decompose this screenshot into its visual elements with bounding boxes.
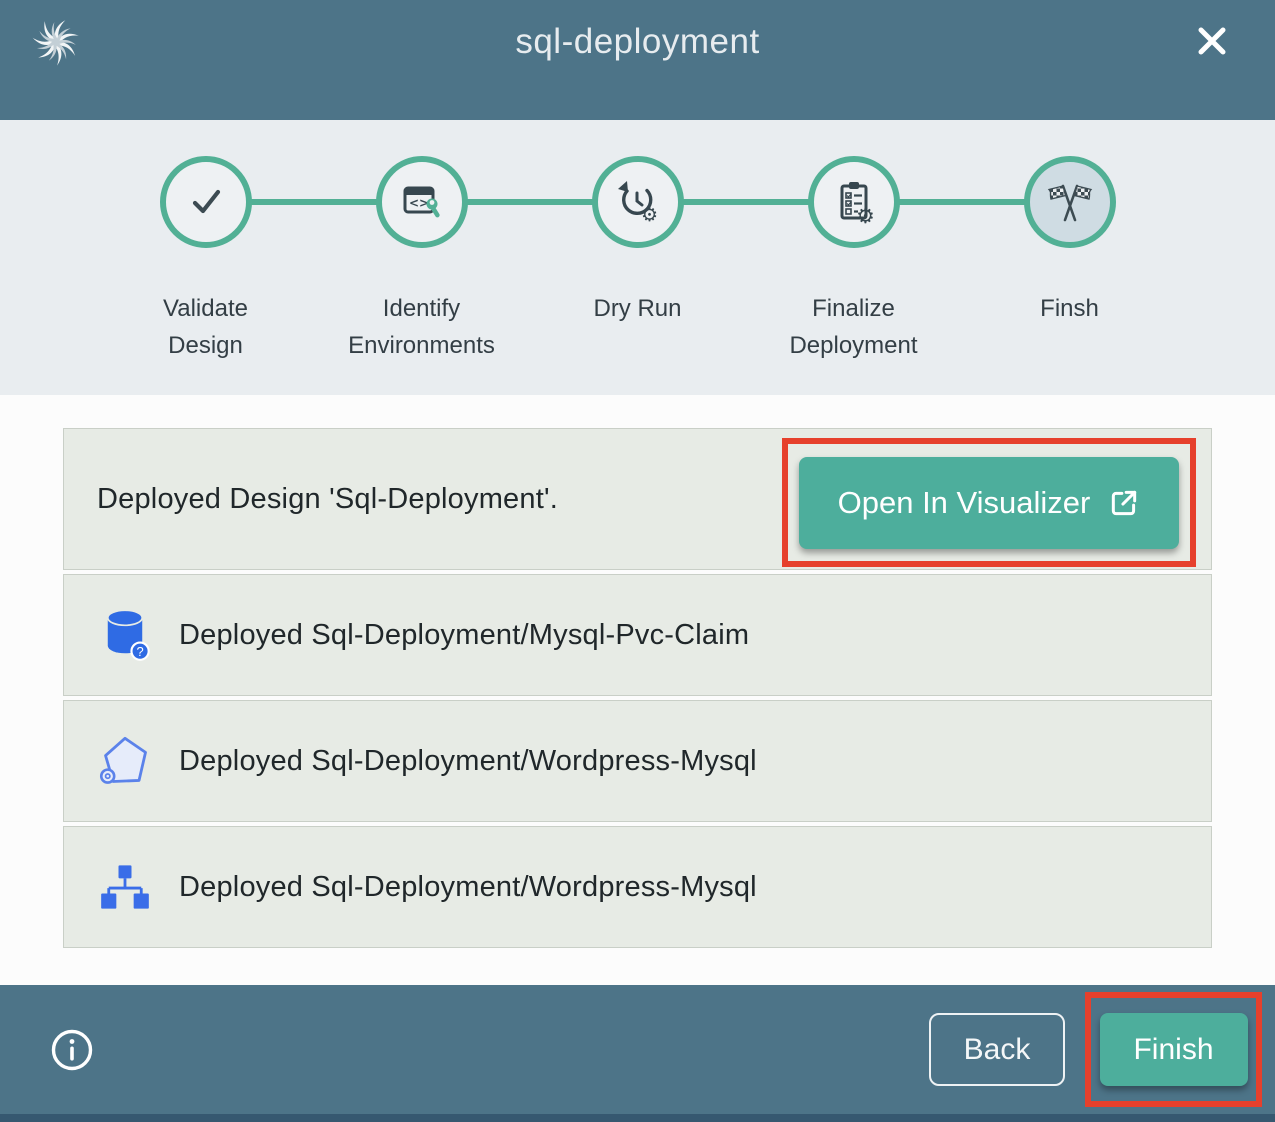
step-circle-finish[interactable]	[1024, 156, 1116, 248]
step-circle-dry-run[interactable]: ⚙	[592, 156, 684, 248]
modal-footer: Back Finish	[0, 985, 1275, 1114]
window-bottom-strip	[0, 1114, 1275, 1122]
step-label: Validate Design	[126, 290, 286, 364]
svg-text:?: ?	[136, 644, 143, 659]
deployment-results: Deployed Design 'Sql-Deployment'. Open I…	[0, 395, 1275, 948]
step-circle-finalize-deployment[interactable]: ⚙	[808, 156, 900, 248]
pentagon-badge-icon	[98, 734, 152, 788]
step-finish: Finsh	[962, 156, 1178, 364]
step-finalize-deployment: ⚙ Finalize Deployment	[746, 156, 962, 364]
svg-text:⚙: ⚙	[856, 204, 875, 226]
modal-title: sql-deployment	[0, 22, 1275, 62]
step-validate-design: Validate Design	[98, 156, 314, 364]
hierarchy-tree-icon	[99, 861, 151, 913]
step-identify-environments: <> Identify Environments	[314, 156, 530, 364]
code-wrench-icon: <>	[398, 178, 446, 226]
step-dry-run: ⚙ Dry Run	[530, 156, 746, 364]
svg-text:⚙: ⚙	[641, 204, 658, 226]
annotation-highlight-visualizer: Open In Visualizer	[782, 438, 1196, 567]
dry-run-clock-gear-icon: ⚙	[614, 178, 662, 226]
finish-button[interactable]: Finish	[1100, 1013, 1248, 1086]
modal-header: sql-deployment	[0, 0, 1275, 120]
check-icon	[182, 178, 230, 226]
design-summary-text: Deployed Design 'Sql-Deployment'.	[97, 483, 558, 516]
open-in-visualizer-button[interactable]: Open In Visualizer	[799, 457, 1179, 549]
step-circle-identify-environments[interactable]: <>	[376, 156, 468, 248]
close-icon	[1189, 18, 1235, 64]
result-row-text: Deployed Sql-Deployment/Wordpress-Mysql	[179, 745, 757, 778]
step-circle-validate-design[interactable]	[160, 156, 252, 248]
stepper-section: Validate Design <>	[0, 120, 1275, 395]
result-row-text: Deployed Sql-Deployment/Wordpress-Mysql	[179, 871, 757, 904]
result-row-wordpress-mysql-config: Deployed Sql-Deployment/Wordpress-Mysql	[63, 700, 1212, 822]
step-label: Identify Environments	[342, 290, 502, 364]
step-label: Finalize Deployment	[774, 290, 934, 364]
annotation-highlight-finish: Finish	[1085, 992, 1262, 1107]
deployment-modal: sql-deployment Validate Design	[0, 0, 1275, 1122]
close-button[interactable]	[1189, 18, 1235, 64]
result-row-wordpress-mysql-tree: Deployed Sql-Deployment/Wordpress-Mysql	[63, 826, 1212, 948]
step-label: Finsh	[990, 290, 1150, 327]
result-row-mysql-pvc-claim: ? Deployed Sql-Deployment/Mysql-Pvc-Clai…	[63, 574, 1212, 696]
info-icon	[50, 1028, 94, 1072]
step-label: Dry Run	[558, 290, 718, 327]
external-link-icon	[1108, 487, 1140, 519]
open-in-visualizer-label: Open In Visualizer	[838, 485, 1091, 521]
checkered-flags-icon	[1046, 178, 1094, 226]
info-button[interactable]	[50, 1028, 94, 1072]
back-button[interactable]: Back	[929, 1013, 1065, 1086]
result-row-text: Deployed Sql-Deployment/Mysql-Pvc-Claim	[179, 619, 749, 652]
clipboard-gear-icon: ⚙	[830, 178, 878, 226]
database-question-icon: ?	[99, 607, 151, 663]
design-summary-row: Deployed Design 'Sql-Deployment'. Open I…	[63, 428, 1212, 570]
svg-text:<>: <>	[409, 196, 429, 210]
